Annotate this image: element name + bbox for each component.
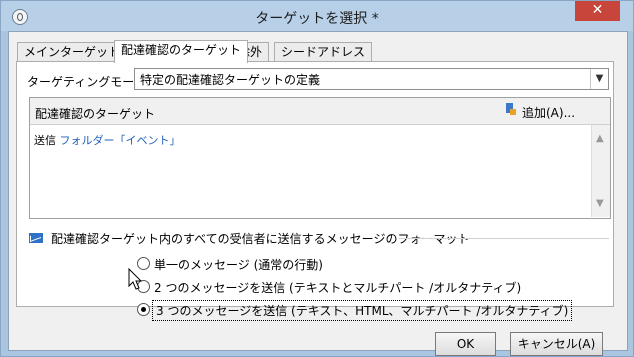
close-button[interactable]: ✕ — [575, 1, 620, 21]
tab-panel: ターゲティングモード: 特定の配達確認ターゲットの定義 ▼ 配達確認のターゲット… — [16, 61, 614, 321]
scroll-up-icon[interactable]: ▲ — [596, 133, 606, 144]
chevron-down-icon[interactable]: ▼ — [590, 69, 608, 89]
ok-button[interactable]: OK — [435, 332, 496, 356]
tab-proof-target[interactable]: 配達確認のターゲット — [114, 40, 249, 63]
radio-label: 単一のメッセージ (通常の行動) — [154, 258, 323, 272]
dialog-body: メインターゲット 配達確認のターゲット 除外 シードアドレス ターゲティングモー… — [8, 31, 628, 356]
section-divider — [399, 238, 609, 239]
add-icon[interactable] — [505, 102, 517, 116]
dialog-window: ターゲットを選択 * ✕ メインターゲット 配達確認のターゲット 除外 シードア… — [0, 0, 634, 357]
scroll-down-icon[interactable]: ▼ — [596, 198, 606, 209]
title-bar[interactable]: ターゲットを選択 * ✕ — [1, 1, 633, 31]
target-row-prefix: 送信 — [34, 134, 56, 147]
scrollbar[interactable]: ▲ ▼ — [591, 125, 610, 217]
targeting-mode-label: ターゲティングモード: — [27, 75, 151, 89]
radio-label: 3 つのメッセージを送信 (テキスト、HTML、マルチパート /オルタナティブ) — [151, 300, 573, 321]
mouse-cursor-icon — [128, 268, 143, 290]
list-item[interactable]: 送信 フォルダー「イベント」 — [34, 132, 181, 148]
target-folder-link[interactable]: フォルダー「イベント」 — [60, 134, 181, 147]
message-format-section: 配達確認ターゲット内のすべての受信者に送信するメッセージのフォーマット 単一のメ… — [29, 228, 611, 321]
targeting-mode-dropdown[interactable]: 特定の配達確認ターゲットの定義 ▼ — [134, 68, 609, 90]
proof-target-title: 配達確認のターゲット — [35, 107, 156, 121]
tab-main-target[interactable]: メインターゲット — [17, 42, 128, 62]
add-button[interactable]: 追加(A)... — [522, 104, 575, 121]
targeting-mode-value: 特定の配達確認ターゲットの定義 — [140, 73, 321, 87]
proof-target-list: 送信 フォルダー「イベント」 — [30, 125, 590, 217]
window-title: ターゲットを選択 * — [255, 11, 379, 27]
cancel-button[interactable]: キャンセル(A) — [510, 332, 603, 356]
radio-button[interactable] — [137, 303, 150, 316]
proof-target-header: 配達確認のターゲット 追加(A)... — [30, 98, 610, 125]
radio-label: 2 つのメッセージを送信 (テキストとマルチパート /オルタナティブ) — [154, 281, 522, 295]
mail-icon — [29, 233, 43, 243]
proof-target-box: 配達確認のターゲット 追加(A)... 送信 フォルダー「イベント」 ▲ ▼ — [29, 97, 611, 219]
tab-seed-addresses[interactable]: シードアドレス — [274, 42, 373, 62]
